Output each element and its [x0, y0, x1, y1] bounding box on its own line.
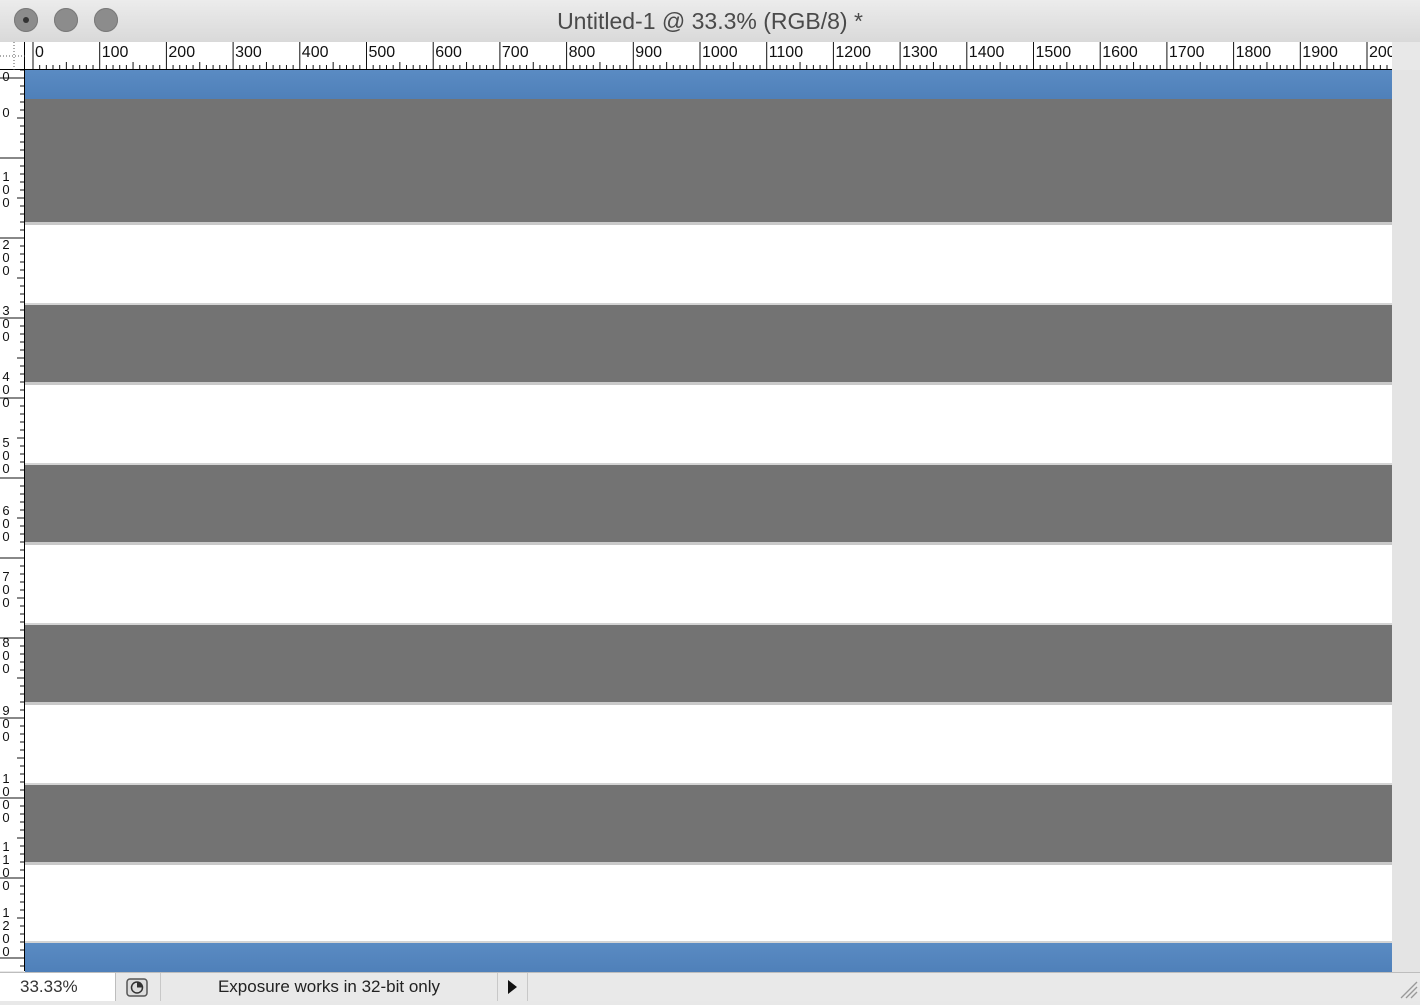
ruler-label: 200 [168, 44, 196, 61]
ruler-label: 300 [235, 44, 262, 61]
ruler-label: 1 0 0 0 [2, 771, 10, 825]
ruler-origin-icon [0, 42, 25, 70]
status-message: Exposure works in 32-bit only [160, 973, 498, 1001]
play-arrow-icon[interactable] [498, 973, 528, 1001]
horizontal-ruler[interactable]: 0 100 200 300 400 500 600 700 800 900 1000 1100 1200… [25, 42, 1392, 70]
vertical-ruler[interactable]: 0 0 1 0 0 2 0 0 3 0 0 4 0 0 5 0 0 6 0 0 7 0 0 8 0… [0, 70, 25, 971]
ruler-label: 1200 [835, 44, 871, 61]
gray-band [25, 785, 1392, 865]
ruler-label: 2 0 0 [2, 237, 10, 278]
ruler-label: 1100 [768, 44, 804, 61]
gray-band [25, 625, 1392, 705]
ruler-label: 0 [2, 105, 10, 120]
ruler-label: 200 [1369, 44, 1392, 61]
canvas-gutter [1392, 70, 1420, 972]
ruler-label: 1500 [1035, 44, 1072, 61]
ruler-label: 400 [301, 44, 329, 61]
ruler-label: 0 [35, 44, 44, 61]
gray-band [25, 465, 1392, 545]
ruler-label: 1300 [902, 44, 938, 61]
window-title: Untitled-1 @ 33.3% (RGB/8) * [557, 8, 863, 34]
status-info-button[interactable] [118, 974, 158, 1000]
ruler-label: 1800 [1235, 44, 1272, 61]
ruler-label: 5 0 0 [2, 435, 10, 476]
ruler-label: 3 0 0 [2, 303, 10, 344]
status-bar: 33.33% Exposure works in 32-bit only [0, 972, 1420, 1001]
ruler-label: 4 0 0 [2, 369, 10, 410]
gray-band [25, 305, 1392, 385]
ruler-label: 800 [568, 44, 596, 61]
ruler-label: 1 2 0 0 [2, 905, 10, 959]
ruler-label: 700 [501, 44, 529, 61]
title-bar: Untitled-1 @ 33.3% (RGB/8) * [0, 0, 1420, 43]
white-band [25, 225, 1392, 305]
resize-grip-icon[interactable] [1396, 977, 1418, 999]
ruler-label: 1 1 0 0 [2, 839, 10, 893]
blue-band [25, 70, 1392, 99]
ruler-label: 7 0 0 [2, 569, 10, 610]
ruler-origin-corner[interactable] [0, 42, 25, 70]
ruler-label: 500 [368, 44, 396, 61]
ruler-label: 1900 [1302, 44, 1338, 61]
ruler-label: 0 [2, 70, 10, 84]
pie-clock-icon [126, 978, 148, 997]
white-band [25, 385, 1392, 465]
ruler-gap [1392, 42, 1420, 70]
gray-band [25, 99, 1392, 225]
ruler-label: 1600 [1102, 44, 1138, 61]
ruler-label: 9 0 0 [2, 703, 10, 744]
ruler-label: 1 0 0 [2, 169, 10, 210]
ruler-label: 6 0 0 [2, 503, 10, 544]
blue-band [25, 943, 1392, 972]
ruler-label: 1400 [968, 44, 1005, 61]
white-band [25, 705, 1392, 785]
ruler-label: 900 [635, 44, 662, 61]
ruler-label: 1000 [702, 44, 738, 61]
ruler-label: 8 0 0 [2, 635, 10, 676]
ruler-label: 100 [101, 44, 129, 61]
ruler-label: 1700 [1168, 44, 1205, 61]
ruler-label: 600 [435, 44, 462, 61]
zoom-field[interactable]: 33.33% [0, 973, 116, 1001]
white-band [25, 865, 1392, 943]
document-canvas[interactable] [25, 70, 1392, 972]
white-band [25, 545, 1392, 625]
